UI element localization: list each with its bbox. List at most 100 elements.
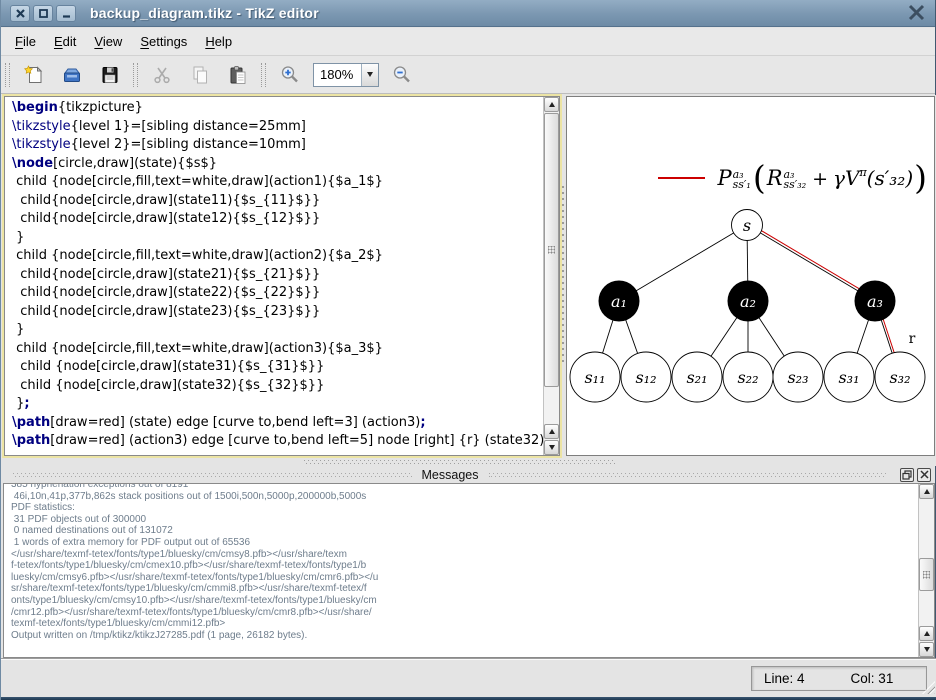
chevron-down-icon xyxy=(367,72,373,77)
paste-clipboard-icon xyxy=(227,64,249,86)
code-line[interactable]: } xyxy=(12,322,543,341)
scrollbar-thumb[interactable] xyxy=(544,113,559,387)
zoom-out-button[interactable] xyxy=(387,60,417,90)
zoom-level-combobox[interactable]: 180% xyxy=(313,63,379,87)
arrow-down-icon xyxy=(549,445,555,450)
menu-item-help[interactable]: Help xyxy=(196,30,241,53)
code-line[interactable]: \tikzstyle{level 1}=[sibling distance=25… xyxy=(12,119,543,138)
open-file-button[interactable] xyxy=(57,60,87,90)
toolbar-handle[interactable] xyxy=(5,63,10,87)
menu-item-view[interactable]: View xyxy=(85,30,131,53)
message-line: 1 words of extra memory for PDF output o… xyxy=(11,537,917,549)
messages-log[interactable]: 385 hyphenation exceptions out of 8191 4… xyxy=(4,483,917,657)
messages-dock-header[interactable]: Messages xyxy=(3,466,935,483)
scroll-up-button[interactable] xyxy=(544,97,559,112)
toolbar: 180% xyxy=(1,56,935,94)
app-window: backup_diagram.tikz - TikZ editor FileEd… xyxy=(0,0,936,700)
cut-button[interactable] xyxy=(147,60,177,90)
messages-vertical-scrollbar[interactable] xyxy=(918,484,934,657)
toolbar-handle[interactable] xyxy=(133,63,138,87)
save-button[interactable] xyxy=(95,60,125,90)
title-bar: backup_diagram.tikz - TikZ editor xyxy=(1,0,935,27)
tree-node-s12: s₁₂ xyxy=(635,368,656,387)
combobox-dropdown-button[interactable] xyxy=(361,64,378,86)
code-area[interactable]: \begin{tikzpicture}\tikzstyle{level 1}=[… xyxy=(5,97,543,455)
tree-node-s: s xyxy=(743,216,751,235)
code-line[interactable]: child {node[circle,fill,text=white,draw]… xyxy=(12,341,543,360)
code-line[interactable]: child{node[circle,draw](state23){$s_{23}… xyxy=(12,304,543,323)
dock-close-button[interactable] xyxy=(917,468,931,482)
code-line[interactable]: \tikzstyle{level 2}=[sibling distance=10… xyxy=(12,137,543,156)
scroll-up-button-2[interactable] xyxy=(919,626,934,641)
code-line[interactable]: \path[draw=red] (action3) edge [curve to… xyxy=(12,433,543,452)
close-icon xyxy=(908,4,925,21)
dock-grip-left xyxy=(13,473,412,477)
code-line[interactable]: }; xyxy=(12,396,543,415)
editor-vertical-scrollbar[interactable] xyxy=(543,97,559,455)
new-file-button[interactable] xyxy=(19,60,49,90)
tree-node-s32: s₃₂ xyxy=(889,368,910,387)
scrollbar-thumb[interactable] xyxy=(919,558,934,591)
copy-button[interactable] xyxy=(185,60,215,90)
preview-pane: P a₃ss′₁ ( R a₃ss′₃₂ + γV π (s′₃₂) ) xyxy=(566,96,935,456)
scroll-down-button[interactable] xyxy=(544,440,559,455)
message-line: texmf-tetex/fonts/type1/bluesky/cm/cmmi1… xyxy=(11,618,917,630)
code-line[interactable]: child {node[circle,draw](state32){$s_{32… xyxy=(12,378,543,397)
code-line[interactable]: child{node[circle,draw](state22){$s_{22}… xyxy=(12,285,543,304)
zoom-out-icon xyxy=(391,64,413,86)
tree-reward-label: r xyxy=(909,331,916,347)
dock-grip-right xyxy=(489,473,888,477)
close-icon xyxy=(920,470,929,479)
message-line: 31 PDF objects out of 300000 xyxy=(11,514,917,526)
window-minimize-button[interactable] xyxy=(56,5,76,22)
code-line[interactable]: \node[circle,draw](state){$s$} xyxy=(12,156,543,175)
menu-item-settings[interactable]: Settings xyxy=(131,30,196,53)
code-editor-pane: \begin{tikzpicture}\tikzstyle{level 1}=[… xyxy=(4,96,560,456)
tree-node-a2: a₂ xyxy=(740,292,756,311)
paste-button[interactable] xyxy=(223,60,253,90)
scroll-down-button[interactable] xyxy=(919,642,934,657)
scroll-up-button-2[interactable] xyxy=(544,424,559,439)
message-line: PDF statistics: xyxy=(11,502,917,514)
messages-panel: 385 hyphenation exceptions out of 8191 4… xyxy=(3,483,935,658)
window-close-button[interactable] xyxy=(10,5,30,22)
code-line[interactable]: child{node[circle,draw](state12){$s_{12}… xyxy=(12,211,543,230)
window-close-glyph[interactable] xyxy=(908,4,925,26)
menu-bar: FileEditViewSettingsHelp xyxy=(1,28,935,56)
toolbar-handle[interactable] xyxy=(261,63,266,87)
tree-node-s11: s₁₁ xyxy=(584,368,605,387)
message-line: 0 named destinations out of 131072 xyxy=(11,525,917,537)
dock-float-button[interactable] xyxy=(900,468,914,482)
cursor-position-panel: Line: 4 Col: 31 xyxy=(751,666,927,691)
message-line: luesky/cm/cmsy6.pfb></usr/share/texmf-te… xyxy=(11,572,917,584)
code-line[interactable]: child {node[circle,fill,text=white,draw]… xyxy=(12,174,543,193)
messages-dock-title: Messages xyxy=(422,468,479,482)
code-line[interactable]: child{node[circle,draw](state11){$s_{11}… xyxy=(12,193,543,212)
float-restore-icon xyxy=(902,470,912,480)
copy-pages-icon xyxy=(189,64,211,86)
code-line[interactable]: \begin{tikzpicture} xyxy=(12,100,543,119)
arrow-down-icon xyxy=(924,647,930,652)
menu-item-file[interactable]: File xyxy=(6,30,45,53)
window-maximize-button[interactable] xyxy=(33,5,53,22)
status-bar: Line: 4 Col: 31 xyxy=(1,658,936,697)
code-line[interactable]: child {node[circle,fill,text=white,draw]… xyxy=(12,248,543,267)
horizontal-splitter[interactable] xyxy=(1,458,936,466)
message-line: f-tetex/fonts/type1/bluesky/cm/cmex10.pf… xyxy=(11,560,917,572)
maximize-icon xyxy=(39,9,48,18)
tree-node-a3: a₃ xyxy=(867,292,883,311)
code-line[interactable]: } xyxy=(12,230,543,249)
scroll-up-button[interactable] xyxy=(919,484,934,499)
zoom-in-button[interactable] xyxy=(275,60,305,90)
arrow-up-icon xyxy=(549,429,555,434)
backup-tree-diagram: s a₁ a₂ a₃ s₁₁ s₁₂ s₂₁ s₂₂ s₂₃ s₃₁ s₃₂ r xyxy=(567,97,934,455)
close-icon xyxy=(16,9,25,18)
code-line[interactable]: child{node[circle,draw](state21){$s_{21}… xyxy=(12,267,543,286)
tree-node-a1: a₁ xyxy=(611,292,627,311)
minimize-icon xyxy=(62,9,71,18)
message-line: 46i,10n,41p,377b,862s stack positions ou… xyxy=(11,491,917,503)
zoom-level-value: 180% xyxy=(314,67,361,82)
menu-item-edit[interactable]: Edit xyxy=(45,30,85,53)
code-line[interactable]: child {node[circle,draw](state31){$s_{31… xyxy=(12,359,543,378)
code-line[interactable]: \path[draw=red] (state) edge [curve to,b… xyxy=(12,415,543,434)
